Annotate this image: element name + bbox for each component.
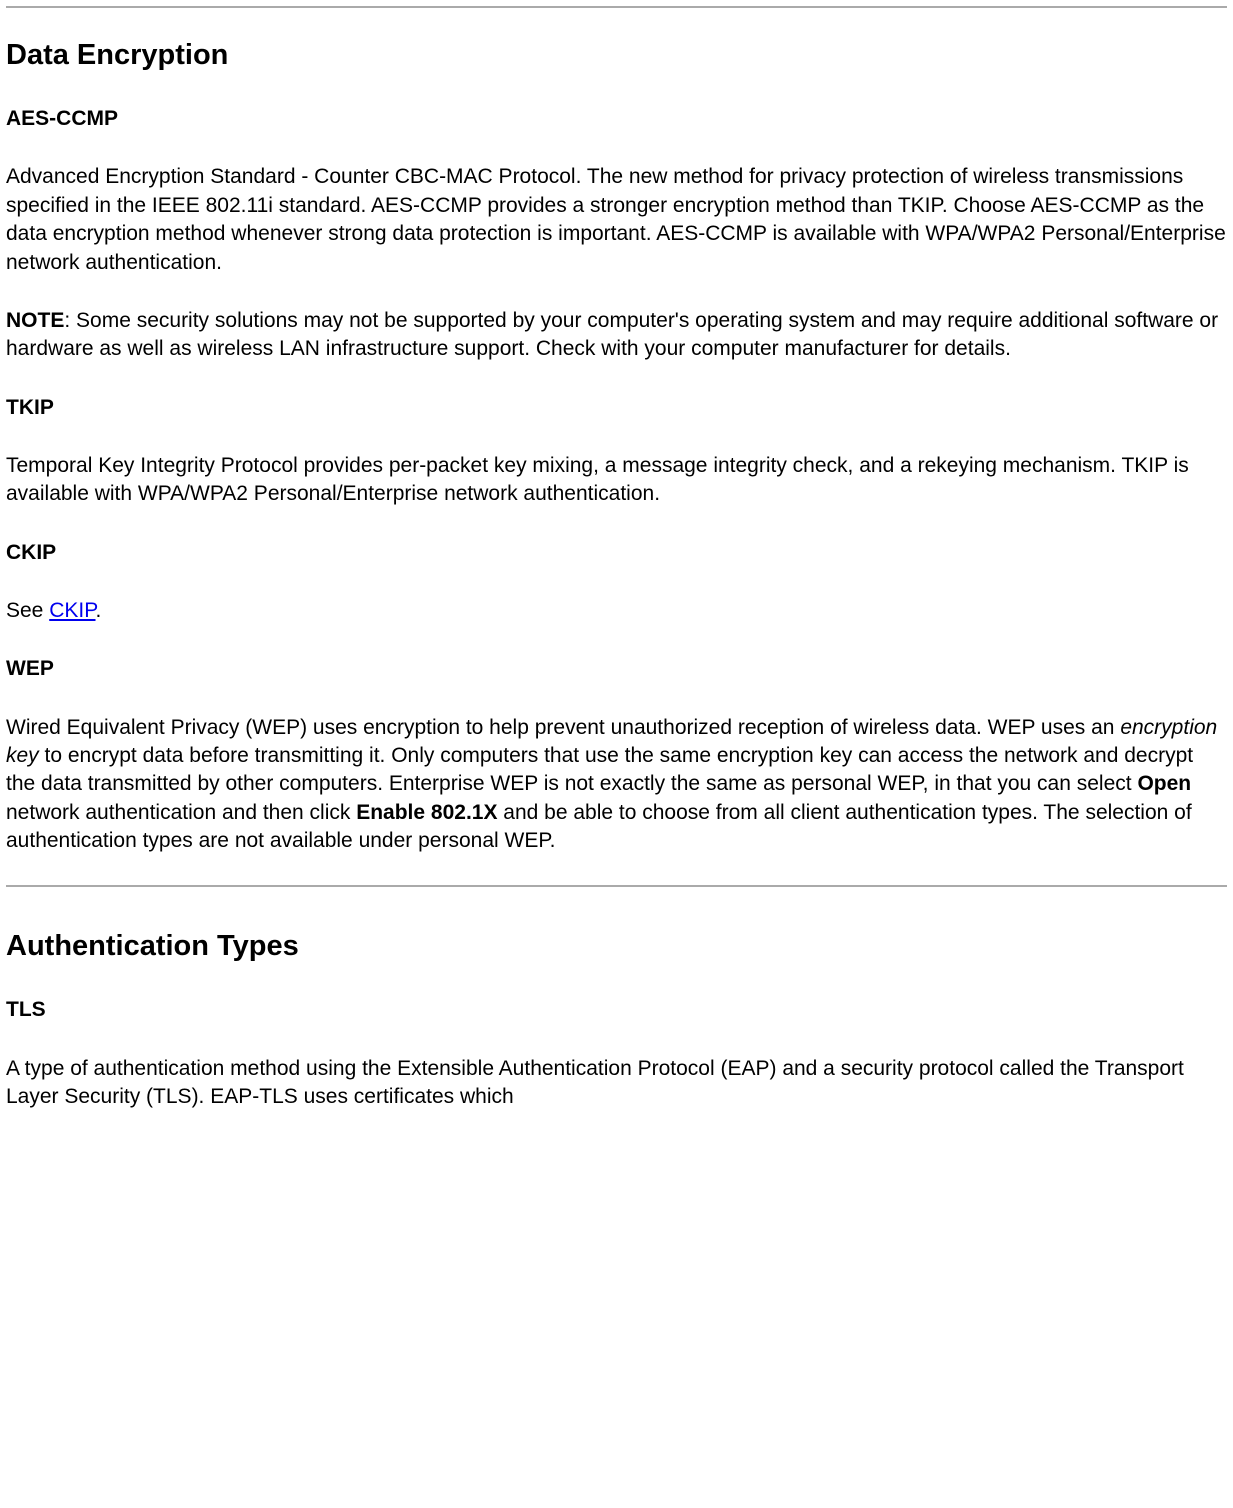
wep-part1: Wired Equivalent Privacy (WEP) uses encr… xyxy=(6,716,1120,739)
wep-part2: to encrypt data before transmitting it. … xyxy=(6,744,1193,795)
note-label: NOTE xyxy=(6,309,64,332)
wep-part3: network authentication and then click xyxy=(6,801,356,824)
ckip-suffix: . xyxy=(96,599,102,622)
paragraph-aes-ccmp: Advanced Encryption Standard - Counter C… xyxy=(6,163,1227,276)
section-heading-authentication-types: Authentication Types xyxy=(6,927,1227,966)
subheading-wep: WEP xyxy=(6,655,1227,683)
ckip-prefix: See xyxy=(6,599,49,622)
paragraph-note: NOTE: Some security solutions may not be… xyxy=(6,307,1227,364)
paragraph-tls: A type of authentication method using th… xyxy=(6,1055,1227,1112)
section-divider xyxy=(6,885,1227,887)
top-divider xyxy=(6,6,1227,8)
subheading-tls: TLS xyxy=(6,996,1227,1024)
section-heading-data-encryption: Data Encryption xyxy=(6,36,1227,75)
paragraph-ckip: See CKIP. xyxy=(6,597,1227,625)
subheading-aes-ccmp: AES-CCMP xyxy=(6,105,1227,133)
ckip-link[interactable]: CKIP xyxy=(49,599,95,622)
wep-bold-open: Open xyxy=(1137,772,1191,795)
note-body: : Some security solutions may not be sup… xyxy=(6,309,1218,360)
paragraph-wep: Wired Equivalent Privacy (WEP) uses encr… xyxy=(6,714,1227,856)
subheading-ckip: CKIP xyxy=(6,539,1227,567)
wep-bold-enable: Enable 802.1X xyxy=(356,801,497,824)
subheading-tkip: TKIP xyxy=(6,394,1227,422)
paragraph-tkip: Temporal Key Integrity Protocol provides… xyxy=(6,452,1227,509)
